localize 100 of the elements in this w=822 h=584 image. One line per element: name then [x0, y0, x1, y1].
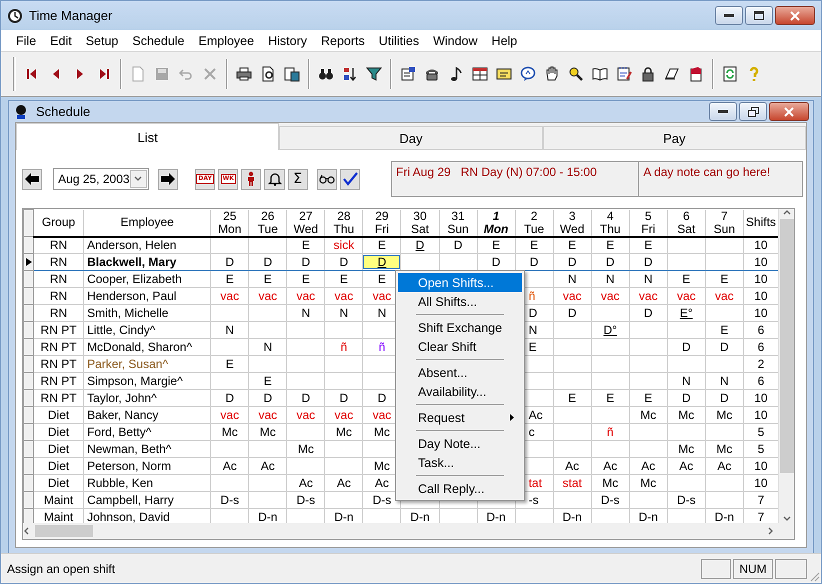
menu-item[interactable]: Edit: [43, 34, 79, 48]
magnifier-icon[interactable]: [568, 66, 584, 82]
minimize-button[interactable]: [715, 6, 743, 25]
menu-item[interactable]: Utilities: [372, 34, 426, 48]
shift-code: Mc: [260, 425, 276, 439]
menu-item[interactable]: Window: [426, 34, 485, 48]
menu-item[interactable]: Task...: [398, 453, 522, 472]
shift-code: D: [302, 391, 310, 405]
menu-item[interactable]: Request: [398, 408, 522, 427]
minimize-icon: [718, 110, 728, 114]
printer-icon[interactable]: [236, 66, 252, 82]
horizontal-scrollbar[interactable]: [23, 523, 794, 539]
shift-code: E: [226, 272, 234, 286]
group-name: RN: [50, 255, 68, 269]
binoculars-icon[interactable]: [318, 66, 334, 82]
close-button[interactable]: [769, 102, 809, 121]
resize-grip-icon: [809, 571, 821, 583]
sum-button[interactable]: Σ: [288, 168, 308, 190]
notepad-icon[interactable]: [616, 66, 632, 82]
shift-count: 10: [754, 272, 768, 286]
employee-name: Ford, Betty^: [86, 425, 152, 439]
menu-item[interactable]: Call Reply...: [398, 479, 522, 498]
menu-item[interactable]: Schedule: [125, 34, 192, 48]
shift-code: vac: [372, 289, 392, 303]
shift-code: D-s: [296, 493, 316, 507]
maximize-button[interactable]: [745, 6, 773, 25]
column-header: 31 Sun: [439, 210, 478, 236]
shift-count: 10: [754, 255, 768, 269]
shift-code: vac: [715, 289, 734, 303]
form-icon[interactable]: [400, 66, 416, 82]
menu-item[interactable]: File: [9, 34, 44, 48]
menu-item[interactable]: Day Note...: [398, 434, 522, 453]
calendar-icon[interactable]: [472, 66, 488, 82]
refresh-icon[interactable]: [722, 66, 738, 82]
shift-code: D: [644, 306, 653, 320]
notebook-icon[interactable]: [688, 66, 704, 82]
shift-code: vac: [562, 289, 582, 303]
book-icon[interactable]: [592, 66, 608, 82]
column-header: 28 Thu: [324, 210, 363, 236]
shift-count: 6: [758, 340, 764, 354]
shift-code: ñ: [528, 289, 536, 303]
music-note-icon[interactable]: [448, 66, 464, 82]
bell-icon[interactable]: [264, 168, 285, 190]
menu-item[interactable]: All Shifts...: [398, 292, 522, 311]
hand-icon[interactable]: [544, 66, 560, 82]
menu-item[interactable]: Availability...: [398, 382, 522, 401]
shift-count: 2: [758, 357, 764, 371]
menu-item[interactable]: Reports: [314, 34, 372, 48]
menu-item[interactable]: Open Shifts...: [398, 273, 522, 292]
speech-bubble-icon[interactable]: [520, 66, 536, 82]
shift-code: N: [263, 340, 272, 354]
group-name: Maint: [44, 510, 74, 523]
restore-button[interactable]: [739, 102, 767, 121]
shift-code: E: [606, 391, 614, 405]
glasses-icon[interactable]: [316, 168, 337, 190]
tab[interactable]: List: [16, 123, 280, 150]
tab[interactable]: Day: [279, 126, 543, 150]
employee-name: Simpson, Margie^: [86, 374, 183, 388]
close-button[interactable]: [775, 6, 815, 25]
shift-code: sick: [334, 238, 354, 252]
shift-code: E: [644, 238, 652, 252]
print-preview-icon[interactable]: [260, 66, 276, 82]
scroll-thumb[interactable]: [780, 219, 794, 473]
column-header: 3 Wed: [553, 210, 592, 236]
menu-item[interactable]: Absent...: [398, 363, 522, 382]
note-card-icon[interactable]: [496, 66, 512, 82]
close-icon: [790, 10, 800, 20]
checkmark-icon[interactable]: [340, 168, 360, 190]
padlock-icon[interactable]: [640, 66, 656, 82]
menu-item[interactable]: Setup: [78, 34, 126, 48]
menu-item[interactable]: History: [261, 34, 314, 48]
tab[interactable]: Pay: [542, 126, 806, 150]
shift-code: Mc: [640, 476, 656, 490]
shift-code: D-s: [220, 493, 240, 507]
vertical-scrollbar[interactable]: [778, 209, 794, 523]
group-name: RN: [50, 272, 68, 286]
scroll-thumb[interactable]: [35, 525, 93, 537]
date-dropdown[interactable]: Aug 25, 2003: [53, 168, 149, 190]
shift-count: 10: [754, 459, 768, 473]
scroll-up-icon: [782, 209, 790, 217]
filter-icon[interactable]: [366, 66, 382, 82]
shift-code: N: [225, 323, 234, 337]
row-header[interactable]: [24, 254, 34, 270]
shift-code: Mc: [716, 408, 732, 422]
minimize-button[interactable]: [709, 102, 737, 121]
shift-code: D: [454, 238, 462, 252]
export-icon[interactable]: [284, 66, 300, 82]
person-icon[interactable]: [241, 168, 262, 190]
menu-item[interactable]: Shift Exchange: [398, 318, 522, 337]
menu-item[interactable]: Clear Shift: [398, 337, 522, 356]
shift-code: stat: [562, 476, 582, 490]
shift-code: D: [682, 391, 691, 405]
menu-item[interactable]: Help: [484, 34, 524, 48]
sort-icon[interactable]: [342, 66, 358, 82]
menu-item[interactable]: Employee: [192, 34, 262, 48]
shift-code: vac: [258, 289, 278, 303]
shift-code: Mc: [716, 442, 732, 456]
shift-count: 10: [754, 306, 768, 320]
shift-code: Ac: [717, 459, 732, 473]
shift-code: Mc: [336, 425, 352, 439]
